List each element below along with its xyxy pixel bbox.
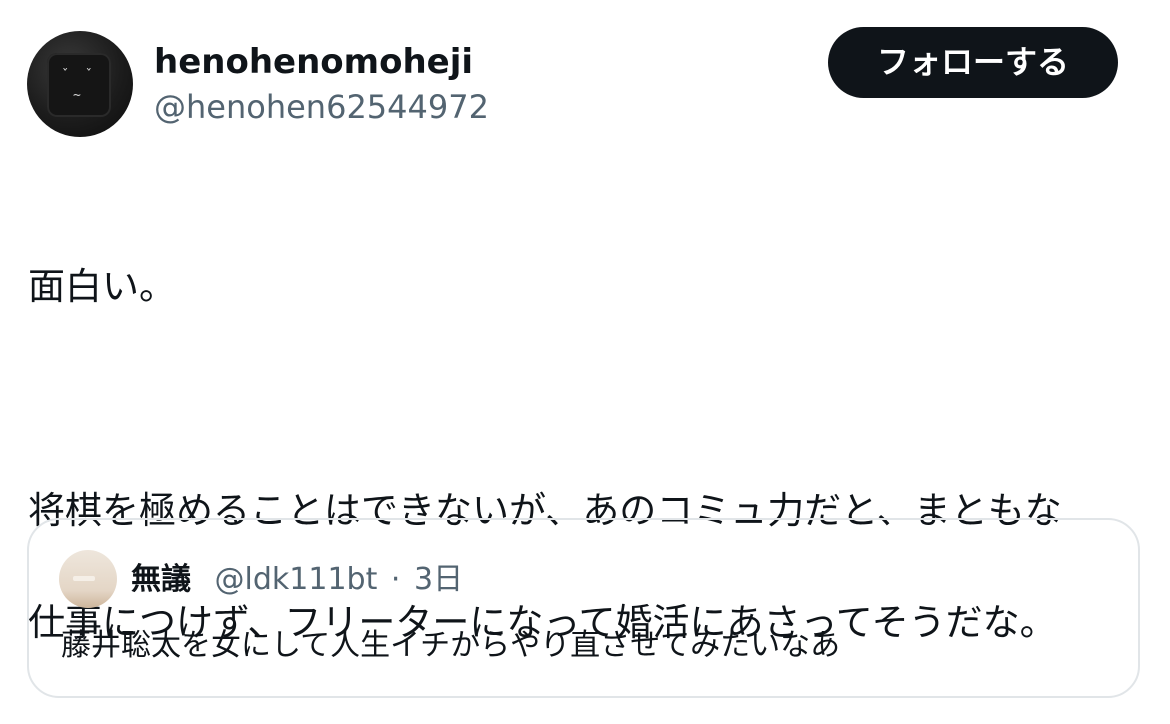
- quote-separator: ·: [390, 562, 401, 597]
- quote-author-handle[interactable]: @ldk111bt: [215, 562, 378, 597]
- quote-author-name[interactable]: 無議: [131, 562, 191, 597]
- tweet-line-1: 面白い。: [28, 265, 176, 308]
- author-display-name[interactable]: henohenomoheji: [154, 42, 473, 82]
- quote-timestamp[interactable]: 3日: [414, 562, 463, 597]
- quote-header: 無議 @ldk111bt · 3日: [131, 560, 463, 600]
- follow-button[interactable]: フォローする: [828, 27, 1118, 98]
- face-icon: ˇ ˇ ~: [61, 68, 97, 103]
- quote-author-avatar[interactable]: [59, 550, 117, 608]
- quote-text: 藤井聡太を女にして人生イチからやり直させてみたいなあ: [61, 628, 841, 663]
- author-avatar[interactable]: ˇ ˇ ~: [27, 31, 133, 137]
- keyboard-key-icon: ˇ ˇ ~: [47, 53, 111, 117]
- tweet-card: ˇ ˇ ~ henohenomoheji @henohen62544972 フォ…: [0, 0, 1170, 724]
- avatar-mark: [73, 576, 95, 581]
- author-handle[interactable]: @henohen62544972: [154, 87, 489, 127]
- quoted-tweet[interactable]: 無議 @ldk111bt · 3日 藤井聡太を女にして人生イチからやり直させてみ…: [27, 518, 1140, 698]
